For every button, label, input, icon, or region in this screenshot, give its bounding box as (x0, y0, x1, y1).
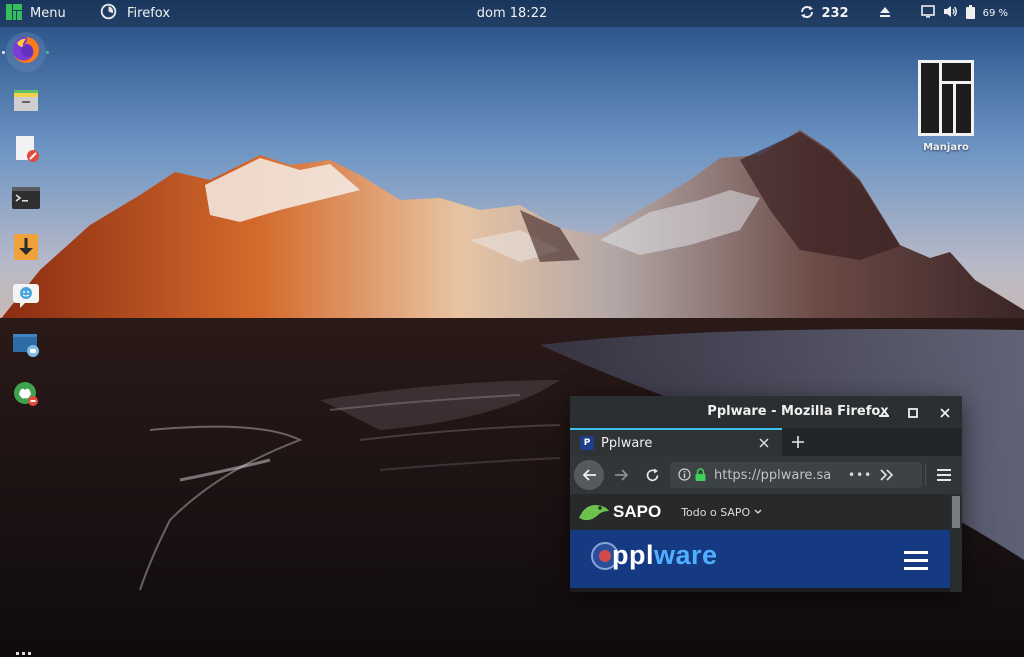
eject-icon (879, 6, 891, 22)
download-icon (13, 233, 39, 265)
sapo-menu-dropdown[interactable]: Todo o SAPO (681, 506, 762, 519)
terminal-icon (12, 186, 40, 214)
url-text: https://pplware.sa (714, 467, 832, 483)
display-icon (920, 5, 935, 22)
maximize-button[interactable] (903, 402, 923, 422)
reload-button[interactable] (640, 463, 664, 487)
tab-title: Pplware (601, 435, 653, 451)
dock-item-downloader[interactable] (6, 229, 46, 269)
scrollbar[interactable] (950, 494, 962, 592)
hamburger-menu-icon (937, 469, 951, 481)
running-indicator (2, 51, 5, 54)
window-titlebar[interactable]: Pplware - Mozilla Firefox (570, 396, 962, 428)
update-sync-icon (799, 4, 815, 24)
file-manager-icon (13, 87, 39, 117)
arrow-left-icon (582, 469, 596, 481)
sapo-bar: SAPO Todo o SAPO (570, 494, 950, 530)
dock-item-software-manager[interactable] (6, 376, 46, 416)
overflow-chevron-icon[interactable] (880, 466, 894, 485)
open-menu-button[interactable] (932, 463, 956, 487)
clock-text[interactable]: dom 18:22 (477, 6, 547, 21)
apps-grid-icon (16, 652, 19, 655)
new-tab-button[interactable] (786, 430, 810, 454)
running-indicator-right (46, 51, 49, 54)
pplware-wordmark-accent: ware (654, 540, 718, 570)
active-app-label: Firefox (127, 6, 171, 21)
pplware-wordmark: pplware (612, 540, 718, 571)
firefox-icon (11, 35, 41, 69)
manjaro-logo-icon (916, 60, 976, 140)
tab-close-button[interactable] (752, 431, 776, 455)
top-panel: Menu Firefox dom 18:22 232 69 % (0, 0, 1024, 27)
manjaro-logo-icon (6, 3, 22, 24)
updates-count: 232 (821, 6, 849, 21)
sapo-logo[interactable]: SAPO (578, 502, 661, 522)
close-icon (940, 403, 950, 422)
software-manager-icon (12, 380, 40, 412)
menu-label: Menu (30, 6, 66, 21)
battery-percent: 69 % (982, 8, 1008, 19)
system-tray: 232 69 % (795, 0, 1012, 27)
close-icon (759, 438, 769, 448)
page-actions-button[interactable]: ••• (848, 468, 872, 482)
firefox-icon (100, 3, 117, 24)
pplware-logo[interactable]: pplware (590, 540, 718, 571)
sapo-brand: SAPO (613, 502, 662, 521)
tab-bar: P Pplware (570, 428, 962, 456)
apps-grid-button[interactable] (16, 652, 34, 657)
battery-icon (965, 4, 975, 23)
dock (0, 27, 52, 657)
close-window-button[interactable] (935, 402, 955, 422)
updates-indicator[interactable]: 232 (795, 0, 852, 27)
eject-button[interactable] (875, 0, 895, 27)
minimize-button[interactable] (874, 402, 894, 422)
volume-icon (943, 5, 958, 22)
arrow-right-icon (615, 469, 629, 481)
site-menu-button[interactable] (904, 551, 928, 571)
pplware-favicon-icon: P (580, 436, 594, 450)
menu-button[interactable]: Menu (6, 0, 66, 27)
volume-button[interactable] (939, 0, 962, 27)
battery-indicator[interactable]: 69 % (962, 0, 1012, 27)
display-button[interactable] (917, 0, 939, 27)
hamburger-menu-icon (904, 551, 928, 554)
firefox-window: Pplware - Mozilla Firefox P Pplware http… (570, 396, 962, 592)
pplware-header: pplware (570, 530, 950, 588)
minimize-icon (879, 403, 889, 422)
scrollbar-thumb[interactable] (952, 496, 960, 528)
pplware-wordmark-primary: ppl (612, 540, 654, 570)
dock-item-text-editor[interactable] (6, 131, 46, 171)
info-icon[interactable] (678, 466, 691, 485)
tab-pplware[interactable]: P Pplware (570, 428, 782, 456)
active-app-indicator[interactable]: Firefox (100, 0, 170, 27)
chevron-down-icon (754, 509, 762, 514)
screenshot-icon (12, 332, 40, 362)
dock-item-firefox[interactable] (6, 32, 46, 72)
chat-icon (12, 283, 40, 313)
back-button[interactable] (574, 460, 604, 490)
desktop-icon-label: Manjaro (923, 142, 969, 153)
plus-icon (792, 436, 804, 448)
url-bar[interactable]: https://pplware.sa ••• (670, 462, 922, 488)
navigation-toolbar: https://pplware.sa ••• (570, 456, 962, 494)
maximize-icon (908, 403, 918, 422)
sapo-menu-label: Todo o SAPO (681, 505, 751, 519)
toolbar-separator (925, 464, 926, 486)
dock-item-chat[interactable] (6, 278, 46, 318)
text-editor-icon (13, 135, 39, 167)
desktop-icon-manjaro[interactable]: Manjaro (914, 58, 978, 153)
forward-button[interactable] (610, 463, 634, 487)
dock-item-terminal[interactable] (6, 180, 46, 220)
sapo-frog-icon (579, 505, 609, 521)
dock-item-screenshot[interactable] (6, 327, 46, 367)
reload-icon (646, 468, 658, 481)
lock-icon[interactable] (695, 466, 706, 485)
page-content: SAPO Todo o SAPO pplware (570, 494, 962, 592)
dock-item-file-manager[interactable] (6, 82, 46, 122)
